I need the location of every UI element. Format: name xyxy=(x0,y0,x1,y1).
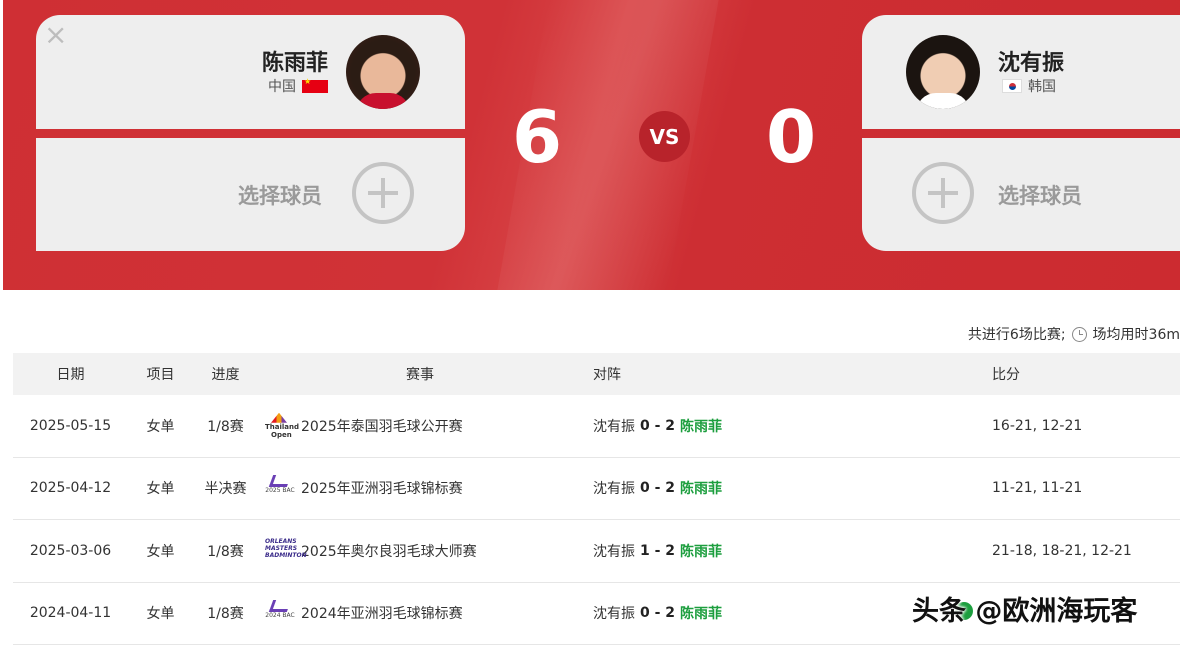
match-matchup: 沈有振 0 - 2 陈雨菲 xyxy=(593,458,973,520)
match-event: 女单 xyxy=(146,481,175,498)
vs-badge: VS xyxy=(639,111,690,162)
match-result: 0 - 2 xyxy=(640,417,676,434)
match-stage: 1/8赛 xyxy=(207,543,244,560)
left-player-card[interactable]: × 陈雨菲 中国 xyxy=(36,15,465,129)
table-row[interactable]: 2025-04-12 女单 半决赛 2025 BAC 2025年亚洲羽毛球锦标赛… xyxy=(13,458,1180,520)
total-matches-text: 共进行6场比赛; xyxy=(967,327,1066,343)
tournament-name: 2025年泰国羽毛球公开赛 xyxy=(301,418,463,435)
bac-2024-logo-icon: 2024 BAC xyxy=(265,600,295,626)
winner-name: 陈雨菲 xyxy=(680,543,723,560)
orleans-masters-logo-icon: ORLEANS MASTERS BADMINTON xyxy=(265,537,307,559)
match-stage: 1/8赛 xyxy=(207,418,244,435)
right-select-player-slot[interactable]: 选择球员 xyxy=(862,138,1180,251)
left-player-country: 中国 xyxy=(268,76,328,96)
match-event: 女单 xyxy=(146,606,175,623)
bac-2025-logo-icon: 2025 BAC xyxy=(265,475,295,501)
header-event: 项目 xyxy=(146,367,175,383)
right-player-country-name: 韩国 xyxy=(1028,79,1056,95)
match-tournament[interactable]: ORLEANS MASTERS BADMINTON 2025年奥尔良羽毛球大师赛 xyxy=(265,520,595,582)
right-player-card[interactable]: 沈有振 韩国 xyxy=(862,15,1180,129)
add-player-icon[interactable] xyxy=(352,162,414,224)
match-date: 2025-03-06 xyxy=(29,542,112,559)
table-row[interactable]: 2025-03-06 女单 1/8赛 ORLEANS MASTERS BADMI… xyxy=(13,520,1180,583)
right-select-player-label: 选择球员 xyxy=(998,184,1082,208)
table-row[interactable]: 2025-05-15 女单 1/8赛 Thailand Open 2025年泰国… xyxy=(13,395,1180,458)
match-result: 0 - 2 xyxy=(640,605,676,622)
right-player-name: 沈有振 xyxy=(998,51,1065,76)
loser-name: 沈有振 xyxy=(593,481,635,498)
right-player-country: 韩国 xyxy=(1002,76,1056,96)
match-date: 2025-04-12 xyxy=(29,480,112,497)
match-tournament[interactable]: 2024 BAC 2024年亚洲羽毛球锦标赛 xyxy=(265,583,595,645)
loser-name: 沈有振 xyxy=(593,543,635,560)
match-tournament[interactable]: Thailand Open 2025年泰国羽毛球公开赛 xyxy=(265,395,595,457)
tournament-name: 2024年亚洲羽毛球锦标赛 xyxy=(301,606,463,623)
add-player-icon[interactable] xyxy=(912,162,974,224)
game-scores: 16-21, 12-21 xyxy=(992,417,1083,434)
match-event: 女单 xyxy=(146,418,175,435)
loser-name: 沈有振 xyxy=(593,418,635,435)
match-date: 2024-04-11 xyxy=(29,605,112,622)
tournament-name: 2025年亚洲羽毛球锦标赛 xyxy=(301,481,463,498)
match-stage: 1/8赛 xyxy=(207,606,244,623)
clock-icon xyxy=(1071,326,1087,342)
table-header: 日期 项目 进度 赛事 对阵 比分 xyxy=(13,353,1180,395)
match-matchup: 沈有振 0 - 2 陈雨菲 xyxy=(593,395,973,457)
left-select-player-label: 选择球员 xyxy=(238,184,322,208)
average-time-text: 场均用时36m xyxy=(1092,327,1180,343)
match-date: 2025-05-15 xyxy=(29,417,112,434)
match-result: 1 - 2 xyxy=(640,542,676,559)
thailand-open-logo-icon: Thailand Open xyxy=(265,412,299,439)
game-scores: 21-18, 18-21, 12-21 xyxy=(992,542,1132,559)
close-icon[interactable]: × xyxy=(44,21,67,49)
match-tournament[interactable]: 2025 BAC 2025年亚洲羽毛球锦标赛 xyxy=(265,458,595,520)
china-flag-icon xyxy=(302,77,328,93)
source-watermark: 头条 @欧洲海玩客 xyxy=(912,596,1138,627)
loser-name: 沈有振 xyxy=(593,606,635,623)
header-tournament: 赛事 xyxy=(406,367,434,383)
match-result: 0 - 2 xyxy=(640,480,676,497)
left-score: 6 xyxy=(511,95,563,179)
game-scores: 11-21, 11-21 xyxy=(992,480,1083,497)
winner-name: 陈雨菲 xyxy=(680,606,723,623)
tournament-name: 2025年奥尔良羽毛球大师赛 xyxy=(301,543,477,560)
match-matchup: 沈有振 1 - 2 陈雨菲 xyxy=(593,520,973,582)
match-event: 女单 xyxy=(146,543,175,560)
match-stage: 半决赛 xyxy=(204,481,247,498)
left-select-player-slot[interactable]: 选择球员 xyxy=(36,138,465,251)
korea-flag-icon xyxy=(1002,79,1022,93)
winner-name: 陈雨菲 xyxy=(680,418,723,435)
left-player-avatar xyxy=(346,35,420,109)
right-score: 0 xyxy=(765,95,817,179)
winner-name: 陈雨菲 xyxy=(680,481,723,498)
right-player-avatar xyxy=(906,35,980,109)
header-date: 日期 xyxy=(56,367,85,383)
left-player-country-name: 中国 xyxy=(268,79,296,95)
match-summary: 共进行6场比赛; 场均用时36m xyxy=(968,324,1180,344)
header-matchup: 对阵 xyxy=(593,367,621,383)
header-score: 比分 xyxy=(992,367,1020,383)
left-player-name: 陈雨菲 xyxy=(262,51,329,76)
head-to-head-banner: × 陈雨菲 中国 选择球员 6 VS 0 沈有振 韩国 选择球员 xyxy=(3,0,1180,290)
